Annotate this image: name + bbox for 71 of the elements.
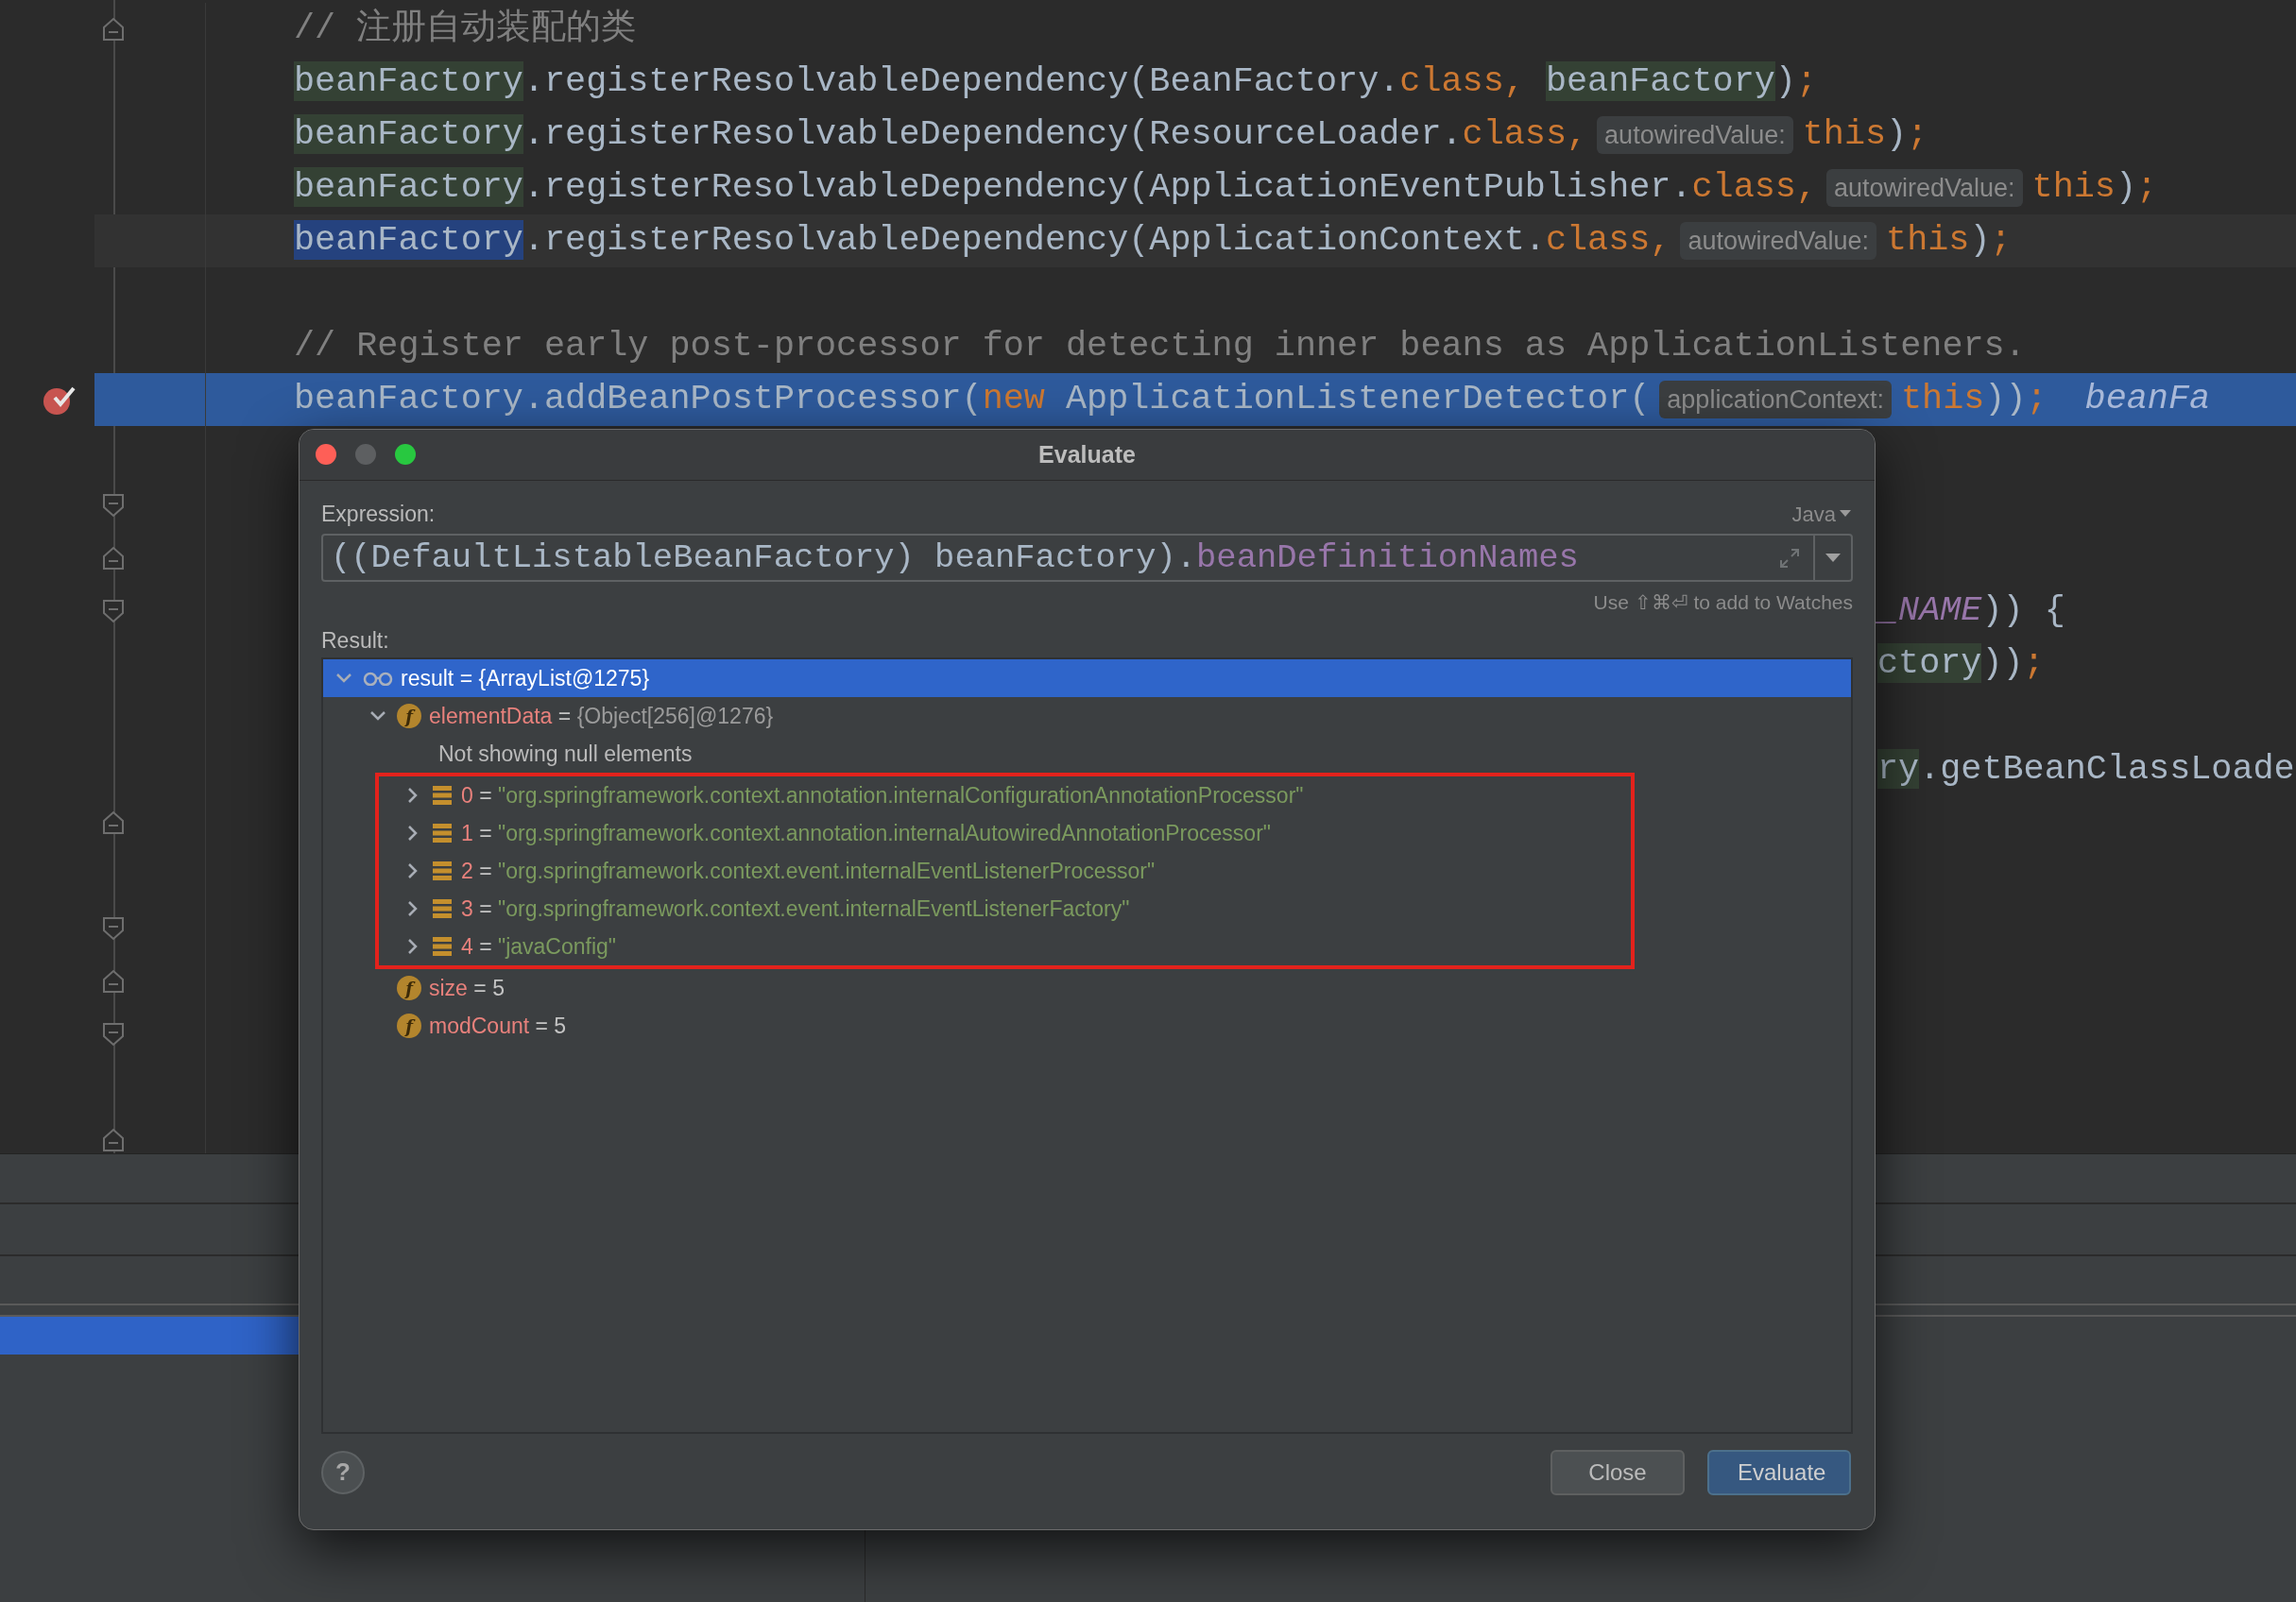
fold-end-icon[interactable] bbox=[102, 969, 125, 994]
stacked-bars-icon bbox=[431, 936, 454, 957]
fold-end-icon[interactable] bbox=[102, 546, 125, 571]
node-label: result = {ArrayList@1275} bbox=[401, 664, 650, 692]
stacked-bars-icon bbox=[431, 898, 454, 919]
fold-end-icon[interactable] bbox=[102, 1128, 125, 1152]
minimize-button[interactable] bbox=[355, 444, 376, 465]
tree-row[interactable]: 0 = "org.springframework.context.annotation.internalConfigurationAnnotationProcessor" bbox=[379, 776, 1631, 814]
node-label: elementData = {Object[256]@1276} bbox=[429, 702, 774, 730]
fold-start-icon[interactable] bbox=[102, 493, 125, 518]
expand-icon[interactable] bbox=[1779, 547, 1800, 569]
code-text: _NAME)) { bbox=[1877, 589, 2065, 633]
node-label: 3 = "org.springframework.context.event.internalEventListenerFactory" bbox=[461, 895, 1130, 923]
node-label: 0 = "org.springframework.context.annotation.internalConfigurationAnnotationProcessor" bbox=[461, 781, 1304, 810]
fold-start-icon[interactable] bbox=[102, 599, 125, 623]
node-label: 1 = "org.springframework.context.annotation.internalAutowiredAnnotationProcessor" bbox=[461, 819, 1271, 847]
node-label: size = 5 bbox=[429, 974, 505, 1002]
fold-start-icon[interactable] bbox=[102, 1022, 125, 1047]
code-comment: // Register early post-processor for detecting inner beans as ApplicationListeners. bbox=[294, 325, 2026, 368]
parameter-hint: applicationContext: bbox=[1659, 380, 1892, 419]
code-text: beanFactory.registerResolvableDependency(BeanFactory.class, beanFactory); bbox=[294, 60, 1817, 104]
zoom-button[interactable] bbox=[395, 444, 416, 465]
code-text: this); bbox=[1886, 219, 2012, 263]
code-comment: // 注册自动装配的类 bbox=[294, 8, 637, 51]
code-text: beanFactory.registerResolvableDependency(ApplicationEventPublisher.class, bbox=[294, 166, 1817, 210]
code-text: beanFactory.registerResolvableDependency(ApplicationContext.class, bbox=[294, 219, 1671, 263]
inline-value: beanFa bbox=[2084, 378, 2211, 421]
code-text: this)); bbox=[1901, 378, 2048, 421]
info-message: Not showing null elements bbox=[438, 740, 693, 768]
field-icon: f bbox=[397, 1014, 421, 1038]
tree-row[interactable]: result = {ArrayList@1275} bbox=[323, 659, 1851, 697]
code-text: this); bbox=[2031, 166, 2158, 210]
code-text: beanFactory.addBeanPostProcessor(new ApplicationListenerDetector( bbox=[294, 378, 1651, 421]
tree-row[interactable]: 2 = "org.springframework.context.event.internalEventListenerProcessor" bbox=[379, 852, 1631, 890]
result-label: Result: bbox=[321, 627, 390, 654]
window-title: Evaluate bbox=[1038, 439, 1136, 469]
glasses-icon bbox=[363, 671, 393, 686]
code-text: beanFactory.registerResolvableDependency(ResourceLoader.class, bbox=[294, 113, 1588, 157]
close-button[interactable] bbox=[316, 444, 336, 465]
code-text: ry.getBeanClassLoade bbox=[1877, 748, 2295, 792]
stacked-bars-icon bbox=[431, 823, 454, 844]
field-icon: f bbox=[397, 976, 421, 1000]
help-button[interactable]: ? bbox=[321, 1450, 365, 1494]
node-label: 4 = "javaConfig" bbox=[461, 932, 617, 961]
parameter-hint: autowiredValue: bbox=[1597, 115, 1793, 155]
language-selector[interactable]: Java bbox=[1791, 498, 1851, 530]
node-label: 2 = "org.springframework.context.event.internalEventListenerProcessor" bbox=[461, 857, 1156, 885]
field-icon: f bbox=[397, 704, 421, 728]
tree-row[interactable]: 1 = "org.springframework.context.annotation.internalAutowiredAnnotationProcessor" bbox=[379, 814, 1631, 852]
expression-field[interactable]: ((DefaultListableBeanFactory) beanFactory).beanDefinitionNames bbox=[321, 534, 1853, 582]
parameter-hint: autowiredValue: bbox=[1680, 221, 1877, 261]
fold-end-icon[interactable] bbox=[102, 810, 125, 835]
watches-hint: Use ⇧⌘⏎ to add to Watches bbox=[1593, 590, 1853, 616]
tree-row[interactable]: f elementData = {Object[256]@1276} bbox=[323, 697, 1851, 735]
selected-row[interactable] bbox=[0, 1317, 299, 1355]
tree-row[interactable]: f size = 5 bbox=[323, 969, 1851, 1007]
code-text: this); bbox=[1802, 113, 1928, 157]
tree-row[interactable]: 3 = "org.springframework.context.event.internalEventListenerFactory" bbox=[379, 890, 1631, 928]
tree-row[interactable]: f modCount = 5 bbox=[323, 1007, 1851, 1045]
parameter-hint: autowiredValue: bbox=[1826, 168, 2023, 208]
stacked-bars-icon bbox=[431, 861, 454, 881]
expression-label: Expression: bbox=[321, 500, 436, 528]
node-label: modCount = 5 bbox=[429, 1012, 567, 1040]
close-button[interactable]: Close bbox=[1551, 1449, 1685, 1495]
tree-row[interactable]: 4 = "javaConfig" bbox=[379, 928, 1631, 965]
fold-end-icon[interactable] bbox=[102, 17, 125, 42]
fold-start-icon[interactable] bbox=[102, 916, 125, 941]
caret-icon bbox=[1840, 510, 1851, 518]
evaluate-button[interactable]: Evaluate bbox=[1707, 1449, 1851, 1495]
stacked-bars-icon bbox=[431, 785, 454, 806]
caret-icon bbox=[1825, 553, 1841, 563]
